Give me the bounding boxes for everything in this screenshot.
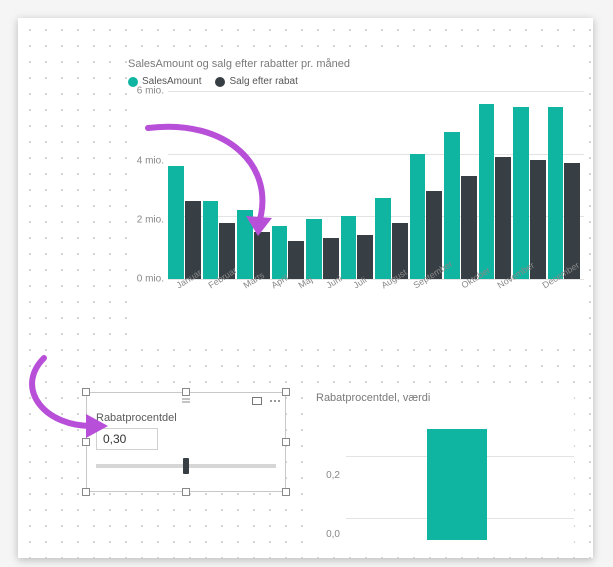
bar-salesamount[interactable] xyxy=(548,107,564,279)
chart-title: SalesAmount og salg efter rabatter pr. m… xyxy=(128,58,584,70)
y-tick: 6 mio. xyxy=(137,86,164,97)
bar-salesamount[interactable] xyxy=(168,166,184,279)
bar-salesamount[interactable] xyxy=(375,198,391,279)
resize-handle[interactable] xyxy=(182,488,190,496)
chart-legend: SalesAmount Salg efter rabat xyxy=(128,76,584,87)
bar-salesamount[interactable] xyxy=(203,201,219,279)
bar-salg-efter-rabat[interactable] xyxy=(495,157,511,279)
bar-group xyxy=(444,91,477,279)
legend-dot-icon xyxy=(215,77,225,87)
y-axis: _ 0,2 0,0 xyxy=(316,410,344,540)
value-bar xyxy=(427,429,487,540)
bars-container xyxy=(168,91,580,279)
bar-salesamount[interactable] xyxy=(479,104,495,279)
more-options-icon[interactable] xyxy=(268,394,282,408)
y-tick: 0,0 xyxy=(326,529,340,540)
bar-salg-efter-rabat[interactable] xyxy=(323,238,339,279)
x-axis: JanuarFebruarMartsAprilMajJuniJuliAugust… xyxy=(168,279,580,301)
chart-plot-area: 6 mio. 4 mio. 2 mio. 0 mio. JanuarFebrua… xyxy=(128,91,584,301)
bar-group xyxy=(479,91,512,279)
rabatprocent-slicer[interactable]: Rabatprocentdel xyxy=(86,392,286,492)
bar-salesamount[interactable] xyxy=(410,154,426,279)
bar-salg-efter-rabat[interactable] xyxy=(461,176,477,279)
y-tick: 0,2 xyxy=(326,470,340,481)
resize-handle[interactable] xyxy=(282,388,290,396)
bar-salesamount[interactable] xyxy=(237,210,253,279)
bar-salesamount[interactable] xyxy=(513,107,529,279)
bar-group xyxy=(341,91,374,279)
y-tick: 0 mio. xyxy=(137,274,164,285)
bar-group xyxy=(272,91,305,279)
legend-label: Salg efter rabat xyxy=(229,76,297,87)
bars-container xyxy=(346,410,568,540)
chart-title: Rabatprocentdel, værdi xyxy=(316,392,574,404)
bar-group xyxy=(513,91,546,279)
bar-group xyxy=(237,91,270,279)
y-tick: 4 mio. xyxy=(137,156,164,167)
legend-item-salg-efter-rabat[interactable]: Salg efter rabat xyxy=(215,76,297,87)
bar-group xyxy=(168,91,201,279)
resize-handle[interactable] xyxy=(282,438,290,446)
chart-plot-area: _ 0,2 0,0 xyxy=(316,410,574,540)
bar-group xyxy=(375,91,408,279)
slicer-slider-thumb[interactable] xyxy=(183,458,189,474)
main-bar-chart[interactable]: SalesAmount og salg efter rabatter pr. m… xyxy=(128,58,584,338)
resize-handle[interactable] xyxy=(182,388,190,396)
y-tick: 2 mio. xyxy=(137,215,164,226)
slicer-slider-track[interactable] xyxy=(96,464,276,468)
bar-group xyxy=(306,91,339,279)
bar-salesamount[interactable] xyxy=(444,132,460,279)
resize-handle[interactable] xyxy=(82,488,90,496)
bar-group xyxy=(203,91,236,279)
report-canvas: SalesAmount og salg efter rabatter pr. m… xyxy=(18,18,593,558)
focus-mode-icon[interactable] xyxy=(250,394,264,408)
resize-handle[interactable] xyxy=(282,488,290,496)
y-axis: 6 mio. 4 mio. 2 mio. 0 mio. xyxy=(128,91,168,279)
rabatprocent-value-chart[interactable]: Rabatprocentdel, værdi _ 0,2 0,0 xyxy=(316,392,574,552)
resize-handle[interactable] xyxy=(82,388,90,396)
bar-group xyxy=(410,91,443,279)
resize-handle[interactable] xyxy=(82,438,90,446)
bar-group xyxy=(548,91,581,279)
